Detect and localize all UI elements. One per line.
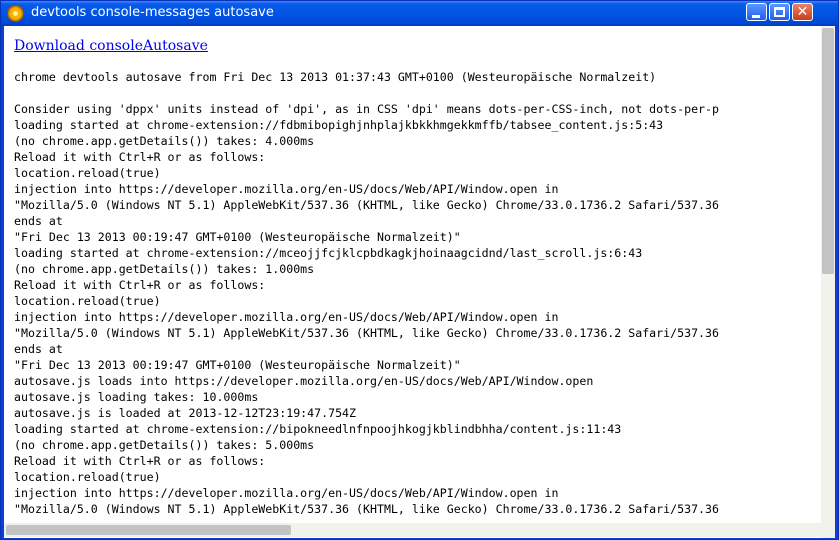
log-line: autosave.js loads into https://developer… xyxy=(14,374,594,388)
log-line: "Fri Dec 13 2013 00:19:47 GMT+0100 (West… xyxy=(14,358,461,372)
log-line: loading started at chrome-extension://mc… xyxy=(14,246,643,260)
log-line: loading started at chrome-extension://fd… xyxy=(14,118,664,132)
maximize-button[interactable] xyxy=(769,3,790,21)
log-line: (no chrome.app.getDetails()) takes: 1.00… xyxy=(14,262,315,276)
log-line: injection into https://developer.mozilla… xyxy=(14,310,559,324)
title-bar[interactable]: devtools console-messages autosave ✕ xyxy=(1,1,838,26)
log-line: loading started at chrome-extension://bi… xyxy=(14,422,622,436)
maximize-icon xyxy=(774,7,785,17)
log-line: "Mozilla/5.0 (Windows NT 5.1) AppleWebKi… xyxy=(14,502,719,516)
log-line: "Mozilla/5.0 (Windows NT 5.1) AppleWebKi… xyxy=(14,198,719,212)
client-area: Download consoleAutosave chrome devtools… xyxy=(4,26,835,538)
log-line: "Mozilla/5.0 (Windows NT 5.1) AppleWebKi… xyxy=(14,326,719,340)
log-line: location.reload(true) xyxy=(14,294,161,308)
log-line: injection into https://developer.mozilla… xyxy=(14,182,559,196)
log-line: "Fri Dec 13 2013 00:19:47 GMT+0100 (West… xyxy=(14,230,461,244)
page-content: Download consoleAutosave chrome devtools… xyxy=(4,26,821,523)
vertical-scroll-thumb[interactable] xyxy=(822,28,834,274)
log-line: Reload it with Ctrl+R or as follows: xyxy=(14,278,266,292)
log-line: Consider using 'dppx' units instead of '… xyxy=(14,102,719,116)
close-icon: ✕ xyxy=(796,4,809,20)
log-line: Reload it with Ctrl+R or as follows: xyxy=(14,454,266,468)
log-line: ends at xyxy=(14,342,63,356)
log-line: (no chrome.app.getDetails()) takes: 5.00… xyxy=(14,438,315,452)
log-line: location.reload(true) xyxy=(14,470,161,484)
close-button[interactable]: ✕ xyxy=(792,3,813,21)
log-line: chrome devtools autosave from Fri Dec 13… xyxy=(14,70,657,84)
log-line: autosave.js is loaded at 2013-12-12T23:1… xyxy=(14,406,357,420)
horizontal-scroll-thumb[interactable] xyxy=(6,525,291,535)
log-line: ends at xyxy=(14,214,63,228)
console-log: chrome devtools autosave from Fri Dec 13… xyxy=(14,69,819,517)
app-icon xyxy=(7,5,24,22)
scrollbar-corner xyxy=(821,523,835,538)
log-line: Reload it with Ctrl+R or as follows: xyxy=(14,150,266,164)
download-link[interactable]: Download consoleAutosave xyxy=(14,38,208,54)
log-line: location.reload(true) xyxy=(14,166,161,180)
minimize-button[interactable] xyxy=(746,3,767,21)
log-line: autosave.js loading takes: 10.000ms xyxy=(14,390,259,404)
app-window: devtools console-messages autosave ✕ Dow… xyxy=(0,0,839,540)
vertical-scrollbar[interactable] xyxy=(821,26,835,523)
window-title: devtools console-messages autosave xyxy=(31,5,274,20)
log-line: (no chrome.app.getDetails()) takes: 4.00… xyxy=(14,134,315,148)
horizontal-scrollbar[interactable] xyxy=(4,523,821,537)
minimize-icon xyxy=(752,15,760,18)
log-line: injection into https://developer.mozilla… xyxy=(14,486,559,500)
